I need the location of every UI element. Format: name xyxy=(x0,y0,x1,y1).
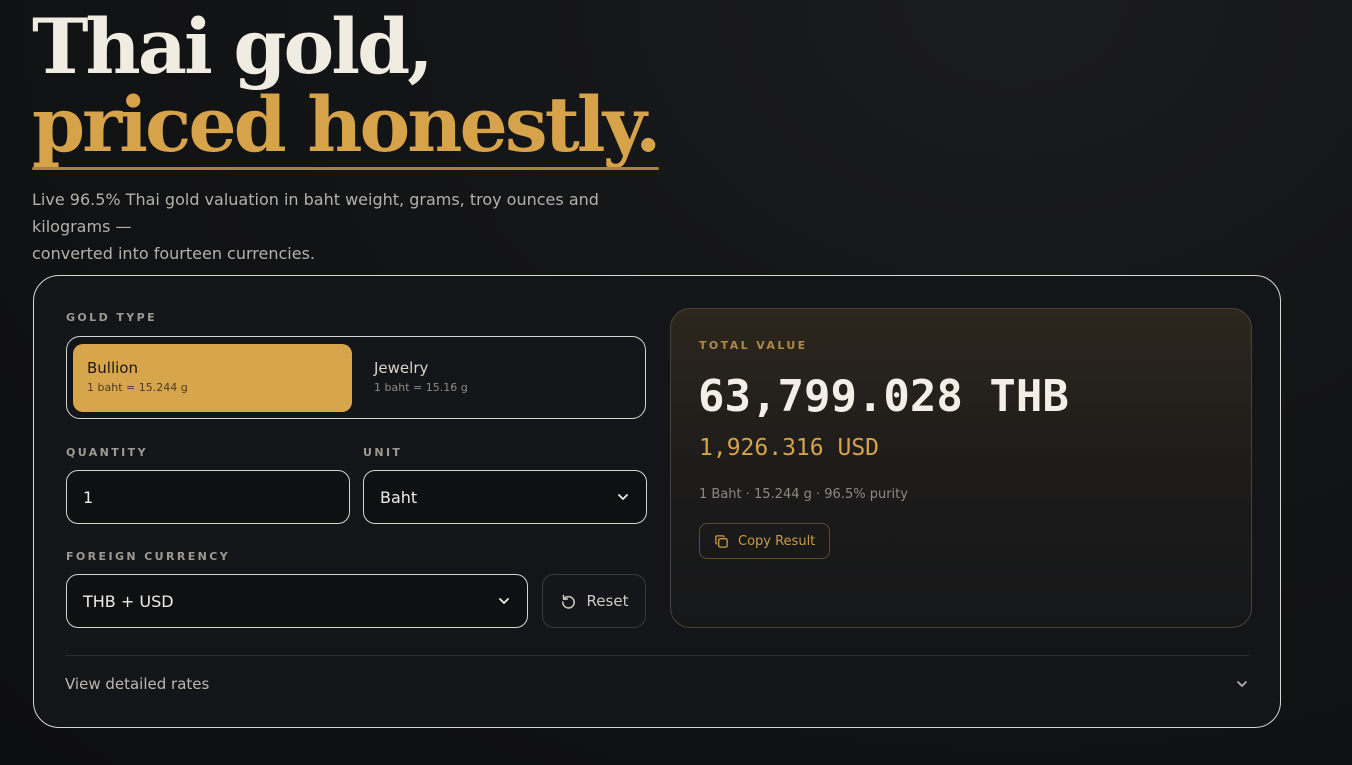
gold-type-selector: Bullion 1 baht = 15.244 g Jewelry 1 baht… xyxy=(66,336,646,419)
total-value-secondary: 1,926.316 USD xyxy=(699,435,880,461)
gold-type-bullion[interactable]: Bullion 1 baht = 15.244 g xyxy=(73,344,352,412)
hero: Thai gold, priced honestly. Live 96.5% T… xyxy=(32,0,672,267)
currency-value: THB + USD xyxy=(83,591,174,611)
unit-value: Baht xyxy=(380,487,418,507)
reset-label: Reset xyxy=(586,592,629,610)
view-detailed-rates-toggle[interactable]: View detailed rates xyxy=(65,656,1249,712)
currency-label: FOREIGN CURRENCY xyxy=(66,550,231,563)
hero-title-line1: Thai gold, xyxy=(32,2,434,91)
title-underline xyxy=(32,167,659,170)
total-value-primary: 63,799.028 THB xyxy=(698,371,1069,422)
unit-label: UNIT xyxy=(363,446,403,459)
quantity-label: QUANTITY xyxy=(66,446,148,459)
chevron-down-icon xyxy=(499,598,509,604)
copy-icon xyxy=(715,534,728,548)
quantity-value: 1 xyxy=(83,487,94,507)
unit-select[interactable]: Baht xyxy=(363,470,647,524)
view-detailed-rates-label: View detailed rates xyxy=(65,675,210,693)
gold-type-label: GOLD TYPE xyxy=(66,311,157,324)
hero-title: Thai gold, priced honestly. xyxy=(32,0,672,170)
calculator-card: GOLD TYPE Bullion 1 baht = 15.244 g Jewe… xyxy=(33,275,1281,728)
rotate-ccw-icon xyxy=(561,594,575,609)
hero-subtitle-line1: Live 96.5% Thai gold valuation in baht w… xyxy=(32,190,599,236)
currency-select[interactable]: THB + USD xyxy=(66,574,528,628)
gold-type-bullion-title: Bullion xyxy=(87,359,138,377)
hero-title-line2: priced honestly. xyxy=(32,86,661,170)
result-panel: TOTAL VALUE 63,799.028 THB 1,926.316 USD… xyxy=(670,308,1252,628)
hero-subtitle: Live 96.5% Thai gold valuation in baht w… xyxy=(32,186,672,267)
gold-type-jewelry-title: Jewelry xyxy=(374,359,429,377)
result-meta: 1 Baht · 15.244 g · 96.5% purity xyxy=(699,487,908,502)
hero-title-line2-text: priced honestly. xyxy=(32,80,661,169)
reset-button[interactable]: Reset xyxy=(542,574,646,628)
copy-result-button[interactable]: Copy Result xyxy=(699,523,831,559)
copy-result-label: Copy Result xyxy=(738,533,816,549)
chevron-down-icon xyxy=(1237,681,1247,687)
gold-type-jewelry[interactable]: Jewelry 1 baht = 15.16 g xyxy=(360,344,639,412)
quantity-input[interactable]: 1 xyxy=(66,470,350,524)
gold-type-bullion-meta: 1 baht = 15.244 g xyxy=(87,381,188,394)
chevron-down-icon xyxy=(618,494,628,500)
gold-type-jewelry-meta: 1 baht = 15.16 g xyxy=(374,381,468,394)
hero-subtitle-line2: converted into fourteen currencies. xyxy=(32,244,315,263)
total-value-label: TOTAL VALUE xyxy=(699,339,808,352)
